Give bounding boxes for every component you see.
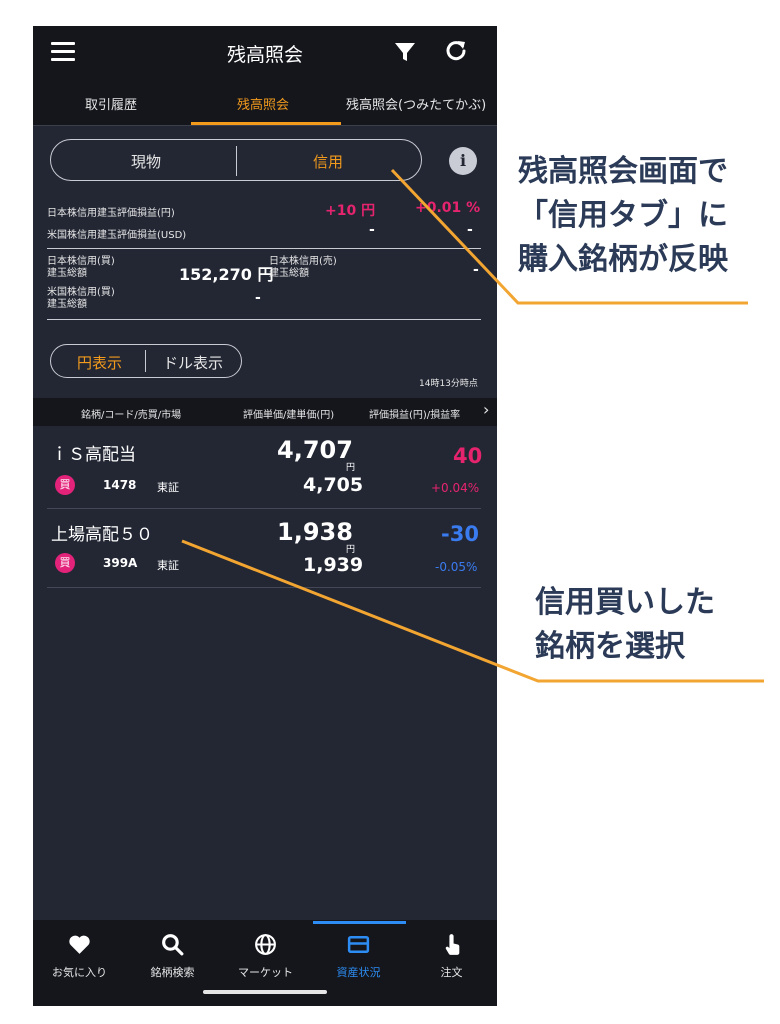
- callout-line-select-stock: [181, 539, 764, 683]
- callout-line-margin-tab: [390, 168, 748, 305]
- callout-lines: [181, 168, 764, 683]
- screenshot-stage: 残高照会 取引履歴 残高照会 残高照会(つみたてかぶ) 現物 信用 i 日本株信…: [0, 0, 780, 1024]
